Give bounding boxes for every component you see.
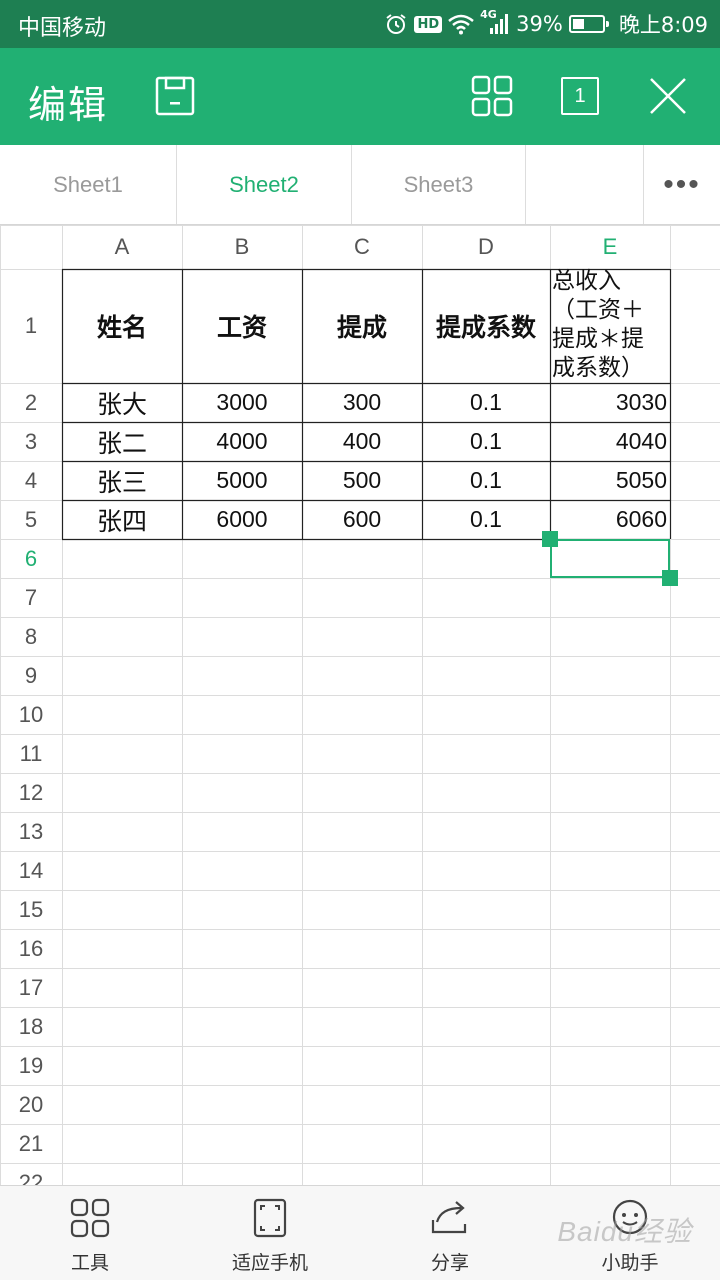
row-header-9[interactable]: 9	[0, 656, 62, 695]
row-header-14[interactable]: 14	[0, 851, 62, 890]
cell-a2[interactable]: 张大	[62, 383, 182, 422]
cell-b3[interactable]: 4000	[182, 422, 302, 461]
cell-b1[interactable]: 工资	[182, 269, 302, 383]
clock: 晚上8:09	[618, 13, 708, 37]
share-label: 分享	[430, 1252, 469, 1274]
row-header-21[interactable]: 21	[0, 1124, 62, 1163]
carrier-name: 中国移动	[18, 16, 107, 41]
fit-screen-icon	[253, 1198, 287, 1238]
cell-e3[interactable]: 4040	[550, 422, 670, 461]
cell-d2[interactable]: 0.1	[422, 383, 550, 422]
app-toolbar: 编辑 1	[0, 48, 720, 145]
row-header-8[interactable]: 8	[0, 617, 62, 656]
tools-button[interactable]: 工具	[0, 1186, 180, 1280]
close-icon	[650, 78, 686, 114]
column-header-e[interactable]: E	[550, 225, 670, 269]
cell-c3[interactable]: 400	[302, 422, 422, 461]
row-header-7[interactable]: 7	[0, 578, 62, 617]
cell-e1-line: 提成＊提	[552, 326, 644, 352]
row-header-4[interactable]: 4	[0, 461, 62, 500]
row-header-3[interactable]: 3	[0, 422, 62, 461]
selection-start-handle[interactable]	[542, 531, 558, 547]
row-header-20[interactable]: 20	[0, 1085, 62, 1124]
tab-sheet1[interactable]: Sheet1	[0, 145, 177, 224]
alarm-icon	[386, 14, 407, 34]
column-header-d[interactable]: D	[422, 225, 550, 269]
cell-d3[interactable]: 0.1	[422, 422, 550, 461]
page-count-icon: 1	[561, 77, 599, 115]
cell-e1-line: 总收入	[552, 268, 621, 294]
wifi-icon	[448, 14, 474, 35]
assistant-label: 小助手	[601, 1252, 659, 1274]
watermark: Baidu经验	[557, 1216, 692, 1247]
fit-phone-label: 适应手机	[231, 1252, 308, 1274]
battery-percent: 39%	[516, 12, 563, 36]
row-header-22[interactable]: 22	[0, 1163, 62, 1186]
row-header-13[interactable]: 13	[0, 812, 62, 851]
row-header-15[interactable]: 15	[0, 890, 62, 929]
tools-label: 工具	[70, 1252, 109, 1274]
selected-cell-e6[interactable]	[550, 539, 670, 578]
fit-phone-button[interactable]: 适应手机	[180, 1186, 360, 1280]
row-header-1[interactable]: 1	[0, 269, 62, 383]
tab-sheet2[interactable]: Sheet2	[177, 145, 352, 224]
page-count: 1	[574, 84, 586, 107]
cell-b2[interactable]: 3000	[182, 383, 302, 422]
page-count-button[interactable]: 1	[558, 74, 602, 118]
row-header-16[interactable]: 16	[0, 929, 62, 968]
cell-c4[interactable]: 500	[302, 461, 422, 500]
cell-d5[interactable]: 0.1	[422, 500, 550, 539]
row-header-6[interactable]: 6	[0, 539, 62, 578]
battery-icon	[568, 15, 609, 33]
spreadsheet-grid[interactable]: A B C D E 姓名 工资 提成 提成系数 总收入 （工资＋ 提成＊提 成系…	[0, 225, 720, 1185]
cell-e5[interactable]: 6060	[550, 500, 670, 539]
column-header-c[interactable]: C	[302, 225, 422, 269]
tab-empty[interactable]	[526, 145, 644, 224]
close-button[interactable]	[646, 74, 690, 118]
row-header-2[interactable]: 2	[0, 383, 62, 422]
share-button[interactable]: 分享	[360, 1186, 540, 1280]
cell-b5[interactable]: 6000	[182, 500, 302, 539]
cell-d4[interactable]: 0.1	[422, 461, 550, 500]
cell-e2[interactable]: 3030	[550, 383, 670, 422]
save-button[interactable]	[153, 74, 197, 118]
row-header-11[interactable]: 11	[0, 734, 62, 773]
sheets-view-button[interactable]	[470, 74, 514, 118]
hd-badge: HD	[414, 15, 443, 33]
cell-c2[interactable]: 300	[302, 383, 422, 422]
cell-e1-line: 成系数）	[552, 355, 644, 381]
cell-e4[interactable]: 5050	[550, 461, 670, 500]
more-tabs-button[interactable]: •••	[644, 145, 720, 224]
cell-d1[interactable]: 提成系数	[422, 269, 550, 383]
grid-view-icon	[471, 75, 513, 117]
save-icon	[155, 76, 195, 116]
selection-end-handle[interactable]	[662, 570, 678, 586]
column-header-a[interactable]: A	[62, 225, 182, 269]
bottom-toolbar: 工具 适应手机 分享 小助手 Baidu经验	[0, 1185, 720, 1280]
row-header-12[interactable]: 12	[0, 773, 62, 812]
row-header-5[interactable]: 5	[0, 500, 62, 539]
cell-b4[interactable]: 5000	[182, 461, 302, 500]
status-bar: 中国移动 HD 4G 39% 晚上8:09	[0, 0, 720, 48]
row-header-18[interactable]: 18	[0, 1007, 62, 1046]
cell-a5[interactable]: 张四	[62, 500, 182, 539]
row-header-19[interactable]: 19	[0, 1046, 62, 1085]
status-icons: HD 4G 39% 晚上8:09	[384, 8, 708, 39]
cell-a3[interactable]: 张二	[62, 422, 182, 461]
share-icon	[431, 1201, 467, 1234]
column-header-b[interactable]: B	[182, 225, 302, 269]
cell-a4[interactable]: 张三	[62, 461, 182, 500]
cell-e1[interactable]: 总收入 （工资＋ 提成＊提 成系数）	[550, 267, 670, 383]
sheet-tabs: Sheet1 Sheet2 Sheet3 •••	[0, 145, 720, 225]
cell-e1-line: （工资＋	[552, 297, 644, 323]
row-header-17[interactable]: 17	[0, 968, 62, 1007]
row-header-10[interactable]: 10	[0, 695, 62, 734]
cell-c1[interactable]: 提成	[302, 269, 422, 383]
tab-sheet3[interactable]: Sheet3	[352, 145, 526, 224]
tools-icon	[70, 1198, 110, 1238]
cell-c5[interactable]: 600	[302, 500, 422, 539]
signal-icon: 4G	[480, 8, 510, 36]
edit-button[interactable]: 编辑	[28, 74, 108, 129]
cell-a1[interactable]: 姓名	[62, 269, 182, 383]
